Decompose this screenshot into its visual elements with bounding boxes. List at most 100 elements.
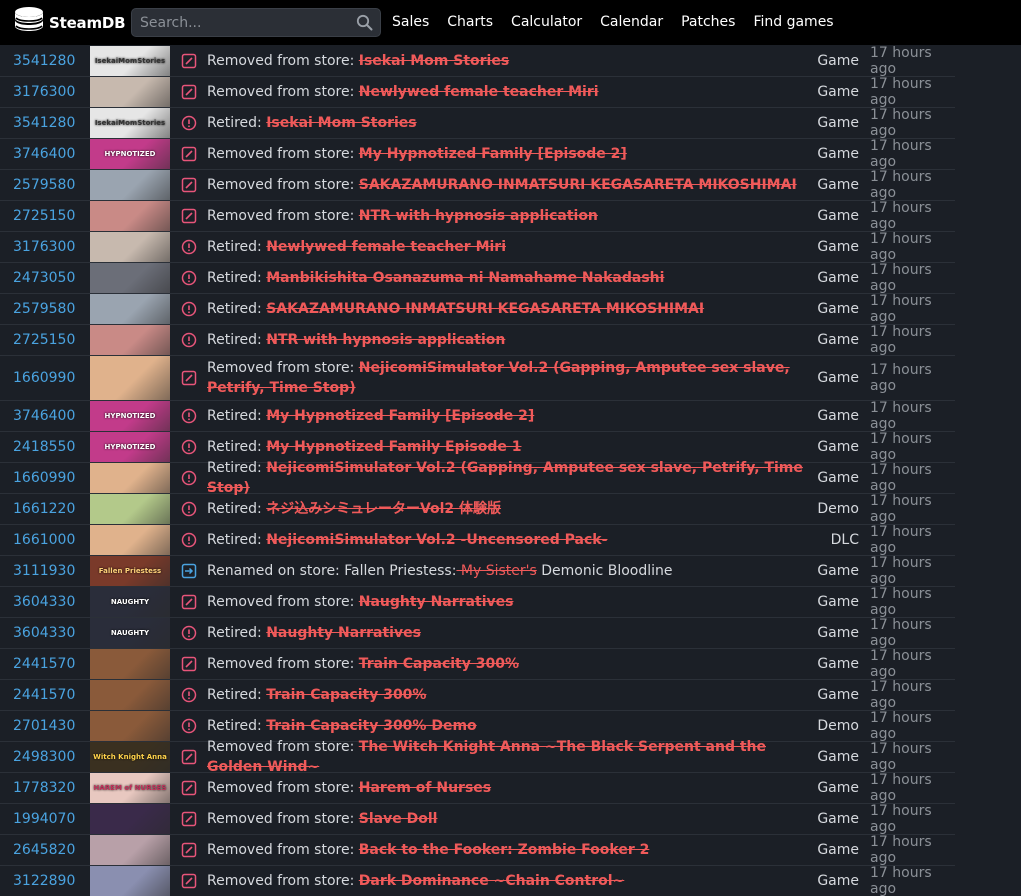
app-name-struck[interactable]: SAKAZAMURANO INMATSURI KEGASARETA MIKOSH… bbox=[266, 301, 704, 317]
app-name-struck[interactable]: SAKAZAMURANO INMATSURI KEGASARETA MIKOSH… bbox=[359, 177, 797, 193]
app-capsule-image[interactable] bbox=[90, 680, 170, 710]
app-capsule-image[interactable] bbox=[90, 711, 170, 741]
app-capsule-image[interactable] bbox=[90, 77, 170, 107]
app-name-struck[interactable]: Isekai Mom Stories bbox=[359, 53, 509, 69]
app-name-struck[interactable]: Back to the Fooker: Zombie Fooker 2 bbox=[359, 842, 650, 858]
nav-sales[interactable]: Sales bbox=[383, 0, 438, 45]
app-capsule-image[interactable] bbox=[90, 649, 170, 679]
change-description: Removed from store: NejicomiSimulator Vo… bbox=[207, 356, 817, 400]
app-id-link[interactable]: 2725150 bbox=[13, 201, 75, 231]
app-name-struck[interactable]: My Hypnotized Family [Episode 2] bbox=[359, 146, 627, 162]
app-id-link[interactable]: 3122890 bbox=[13, 866, 75, 896]
app-capsule-image[interactable] bbox=[90, 263, 170, 293]
app-id-link[interactable]: 1778320 bbox=[13, 773, 75, 803]
app-name-struck[interactable]: Manbikishita Osanazuma ni Namahame Nakad… bbox=[266, 270, 664, 286]
app-name-struck[interactable]: Newlywed female teacher Miri bbox=[266, 239, 506, 255]
app-name-struck[interactable]: Dark Dominance ~Chain Control~ bbox=[359, 873, 625, 889]
app-capsule-image[interactable] bbox=[90, 356, 170, 400]
app-capsule-image[interactable] bbox=[90, 835, 170, 865]
app-capsule-image[interactable] bbox=[90, 463, 170, 493]
app-capsule-image[interactable]: NAUGHTY bbox=[90, 587, 170, 617]
change-prefix: Removed from store: bbox=[207, 177, 359, 193]
app-name-struck[interactable]: My Sister's bbox=[456, 563, 537, 579]
app-id-link[interactable]: 2701430 bbox=[13, 711, 75, 741]
app-capsule-image[interactable] bbox=[90, 494, 170, 524]
app-id-link[interactable]: 2441570 bbox=[13, 680, 75, 710]
nav-find-games[interactable]: Find games bbox=[744, 0, 842, 45]
search-icon[interactable] bbox=[356, 14, 373, 35]
steamdb-logo[interactable]: SteamDB bbox=[13, 7, 126, 38]
search-input[interactable] bbox=[132, 9, 380, 36]
app-capsule-image[interactable] bbox=[90, 294, 170, 324]
app-id-link[interactable]: 1660990 bbox=[13, 356, 75, 400]
app-id-link[interactable]: 3746400 bbox=[13, 401, 75, 431]
app-capsule-image[interactable] bbox=[90, 232, 170, 262]
app-id-link[interactable]: 3746400 bbox=[13, 139, 75, 169]
app-id-link[interactable]: 3176300 bbox=[13, 232, 75, 262]
app-id-link[interactable]: 3604330 bbox=[13, 618, 75, 648]
app-capsule-image[interactable] bbox=[90, 525, 170, 555]
app-id-link[interactable]: 2418550 bbox=[13, 432, 75, 462]
app-id-link[interactable]: 3176300 bbox=[13, 77, 75, 107]
app-name-struck[interactable]: ネジ込みシミュレーターVol2 体験版 bbox=[266, 501, 501, 517]
app-id-link[interactable]: 3541280 bbox=[13, 46, 75, 76]
app-capsule-image[interactable] bbox=[90, 866, 170, 896]
app-name-struck[interactable]: Naughty Narratives bbox=[266, 625, 421, 641]
app-id-link[interactable]: 1994070 bbox=[13, 804, 75, 834]
nav-calendar[interactable]: Calendar bbox=[591, 0, 672, 45]
app-name-struck[interactable]: Train Capacity 300% Demo bbox=[266, 718, 476, 734]
app-capsule-image[interactable]: NAUGHTY bbox=[90, 618, 170, 648]
app-name-struck[interactable]: Isekai Mom Stories bbox=[266, 115, 416, 131]
app-name-struck[interactable]: Harem of Nurses bbox=[359, 780, 491, 796]
app-name-struck[interactable]: Train Capacity 300% bbox=[359, 656, 519, 672]
app-id-link[interactable]: 3604330 bbox=[13, 587, 75, 617]
app-capsule-image[interactable]: IsekaiMomStories bbox=[90, 108, 170, 138]
app-capsule-image[interactable] bbox=[90, 325, 170, 355]
app-name-struck[interactable]: My Hypnotized Family Episode 1 bbox=[266, 439, 521, 455]
app-name-struck[interactable]: Newlywed female teacher Miri bbox=[359, 84, 599, 100]
capsule-cell bbox=[90, 263, 170, 293]
change-text: Retired: Isekai Mom Stories bbox=[207, 113, 417, 133]
capsule-cell bbox=[90, 232, 170, 262]
app-id-link[interactable]: 2579580 bbox=[13, 294, 75, 324]
change-text: Retired: My Hypnotized Family [Episode 2… bbox=[207, 406, 534, 426]
app-capsule-image[interactable] bbox=[90, 201, 170, 231]
app-id-link[interactable]: 1661220 bbox=[13, 494, 75, 524]
app-name-struck[interactable]: NTR with hypnosis application bbox=[266, 332, 505, 348]
change-text: Renamed on store: Fallen Priestess: My S… bbox=[207, 561, 673, 581]
app-capsule-image[interactable] bbox=[90, 170, 170, 200]
app-id-link[interactable]: 2579580 bbox=[13, 170, 75, 200]
app-name-struck[interactable]: NejicomiSimulator Vol.2 -Uncensored Pack… bbox=[266, 532, 607, 548]
app-capsule-image[interactable]: HYPNOTIZED bbox=[90, 401, 170, 431]
nav-calculator[interactable]: Calculator bbox=[502, 0, 591, 45]
app-id-link[interactable]: 1661000 bbox=[13, 525, 75, 555]
app-name-struck[interactable]: NejicomiSimulator Vol.2 (Gapping, Ampute… bbox=[207, 460, 803, 496]
app-capsule-image[interactable] bbox=[90, 804, 170, 834]
app-capsule-image[interactable]: Fallen Priestess bbox=[90, 556, 170, 586]
change-time: 17 hours ago bbox=[870, 741, 932, 773]
app-name-struck[interactable]: NTR with hypnosis application bbox=[359, 208, 598, 224]
app-name-struck[interactable]: My Hypnotized Family [Episode 2] bbox=[266, 408, 534, 424]
app-id-link[interactable]: 3541280 bbox=[13, 108, 75, 138]
app-capsule-image[interactable]: HAREM of NURSES bbox=[90, 773, 170, 803]
app-id-link[interactable]: 2725150 bbox=[13, 325, 75, 355]
nav-charts[interactable]: Charts bbox=[438, 0, 502, 45]
app-name-struck[interactable]: Slave Doll bbox=[359, 811, 438, 827]
app-capsule-image[interactable]: IsekaiMomStories bbox=[90, 46, 170, 76]
app-capsule-image[interactable]: HYPNOTIZED bbox=[90, 432, 170, 462]
changes-table: 3541280 IsekaiMomStories Removed from stor… bbox=[0, 45, 1021, 896]
app-capsule-image[interactable]: Witch Knight Anna bbox=[90, 742, 170, 772]
app-id-link[interactable]: 2473050 bbox=[13, 263, 75, 293]
app-id-link[interactable]: 3111930 bbox=[13, 556, 75, 586]
app-id-link[interactable]: 1660990 bbox=[13, 463, 75, 493]
app-name-struck[interactable]: Train Capacity 300% bbox=[266, 687, 426, 703]
table-row: 2725150 Removed from store: NTR with hypn… bbox=[0, 200, 955, 232]
change-time: 17 hours ago bbox=[870, 834, 932, 866]
capsule-title: IsekaiMomStories bbox=[94, 57, 166, 65]
nav-patches[interactable]: Patches bbox=[672, 0, 744, 45]
app-capsule-image[interactable]: HYPNOTIZED bbox=[90, 139, 170, 169]
app-name-struck[interactable]: Naughty Narratives bbox=[359, 594, 514, 610]
app-id-link[interactable]: 2441570 bbox=[13, 649, 75, 679]
app-id-link[interactable]: 2498300 bbox=[13, 742, 75, 772]
app-id-link[interactable]: 2645820 bbox=[13, 835, 75, 865]
